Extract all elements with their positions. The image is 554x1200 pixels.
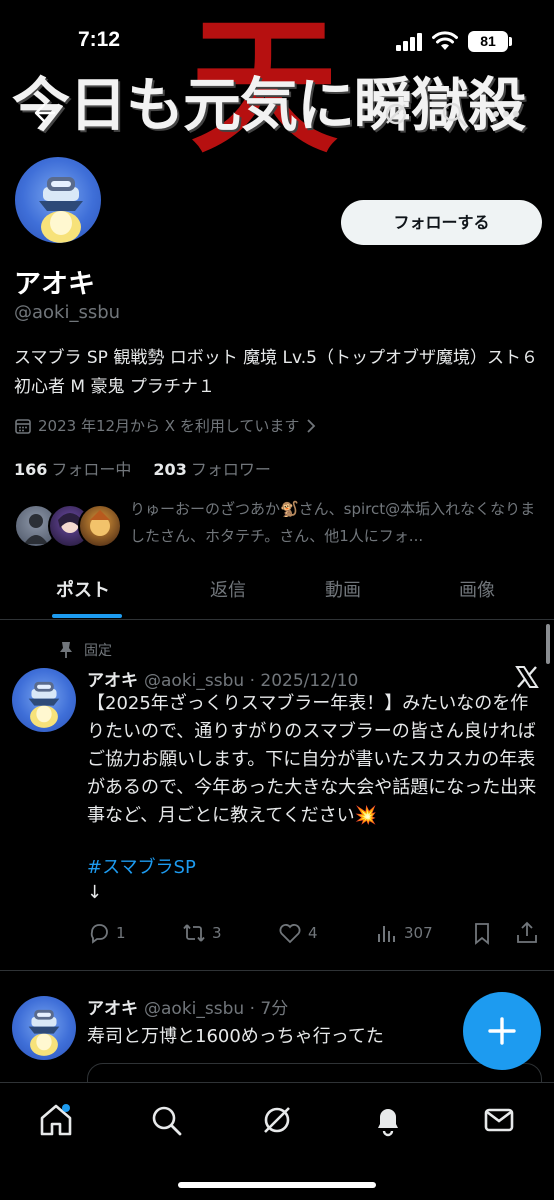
cellular-signal-icon [396, 33, 424, 51]
joined-date-text: 2023 年12月から X を利用しています [38, 417, 300, 435]
like-button[interactable]: 4 [278, 922, 318, 944]
tab-replies[interactable]: 返信 [210, 576, 246, 602]
search-icon [152, 1106, 182, 1136]
tweet-hashtag[interactable]: #スマブラSP [87, 853, 196, 879]
more-options-icon[interactable] [492, 110, 520, 118]
followers-link[interactable]: 203 フォロワー [153, 456, 270, 480]
followers-count: 203 [153, 460, 187, 479]
home-tab-button[interactable] [36, 1100, 76, 1140]
following-label: フォロー中 [51, 460, 132, 479]
tweet-text: 【2025年ざっくりスマブラー年表！】みたいなのを作りたいので、通りすがりのスマ… [87, 693, 537, 826]
views-button[interactable]: 307 [376, 922, 433, 944]
grok-icon[interactable] [382, 100, 410, 128]
bell-icon [378, 1109, 398, 1137]
tweet-avatar[interactable] [12, 668, 76, 732]
profile-display-name: アオキ [14, 269, 95, 300]
reply-count: 1 [116, 924, 126, 942]
grok-tab-button[interactable] [257, 1100, 297, 1140]
like-count: 4 [308, 924, 318, 942]
views-count: 307 [404, 924, 433, 942]
tweet-header: アオキ @aoki_ssbu · 7分 [87, 994, 288, 1019]
home-icon [40, 1104, 72, 1136]
mutual-avatar[interactable] [78, 504, 122, 548]
tweet-author-name[interactable]: アオキ [87, 999, 138, 1019]
views-icon [376, 922, 398, 944]
tweet-trailing-arrow: ↓ [87, 882, 103, 903]
chevron-right-icon[interactable] [305, 418, 317, 434]
reply-icon [88, 922, 110, 944]
followed-by-text[interactable]: りゅーおーのざつあか🐒さん、spirct@本垢入れなくなりましたさん、ホタテチ。… [130, 496, 542, 550]
tweet-handle-date: @aoki_ssbu · 2025/12/10 [144, 671, 359, 691]
repost-count: 3 [212, 924, 222, 942]
tweet-author-name[interactable]: アオキ [87, 671, 138, 691]
battery-level: 81 [468, 31, 508, 52]
tab-images[interactable]: 画像 [459, 576, 495, 602]
notifications-tab-button[interactable] [368, 1100, 408, 1140]
follow-button[interactable]: フォローする [341, 200, 542, 245]
search-tab-button[interactable] [146, 1100, 186, 1140]
tweet-header: アオキ @aoki_ssbu · 2025/12/10 [87, 666, 358, 691]
back-arrow-icon[interactable] [32, 100, 58, 126]
grok-icon [264, 1107, 290, 1133]
joined-date-row: 2023 年12月から X を利用しています [14, 415, 317, 436]
following-link[interactable]: 166 フォロー中 [14, 456, 131, 480]
tab-videos[interactable]: 動画 [325, 576, 361, 602]
pin-icon [58, 641, 74, 659]
tweet-text: 寿司と万博と1600めっちゃ行ってた [87, 1026, 384, 1047]
x-logo-icon[interactable] [514, 664, 540, 690]
profile-avatar[interactable] [12, 154, 104, 246]
followers-label: フォロワー [190, 460, 271, 479]
following-count: 166 [14, 460, 48, 479]
repost-button[interactable]: 3 [182, 922, 222, 944]
tweet-handle-date: @aoki_ssbu · 7分 [144, 999, 289, 1019]
reply-button[interactable]: 1 [88, 922, 126, 944]
mail-icon [484, 1108, 514, 1132]
search-profile-icon[interactable] [440, 100, 468, 128]
compose-button[interactable] [463, 992, 541, 1070]
profile-bio: スマブラ SP 観戦勢 ロボット 魔境 Lv.5（トップオブザ魔境）スト６ 初心… [14, 348, 538, 397]
profile-handle: @aoki_ssbu [14, 302, 121, 323]
heart-icon [278, 922, 302, 944]
repost-icon [182, 922, 206, 944]
tweet-divider [0, 970, 554, 971]
pinned-indicator: 固定 [58, 640, 112, 660]
tabs-divider [0, 619, 554, 620]
calendar-icon [14, 417, 32, 435]
bookmark-icon[interactable] [472, 922, 492, 946]
home-indicator[interactable] [178, 1182, 376, 1188]
status-time: 7:12 [78, 28, 121, 51]
battery-tip [509, 37, 512, 46]
follow-counts: 166 フォロー中 203 フォロワー [14, 456, 271, 480]
messages-tab-button[interactable] [479, 1100, 519, 1140]
wifi-icon [432, 31, 458, 51]
scrollbar[interactable] [546, 624, 550, 664]
tweet-avatar[interactable] [12, 996, 76, 1060]
tab-posts[interactable]: ポスト [56, 576, 110, 602]
pinned-label: 固定 [84, 643, 112, 659]
active-tab-indicator [52, 614, 122, 618]
plus-icon [488, 1017, 516, 1045]
share-icon[interactable] [515, 920, 539, 946]
